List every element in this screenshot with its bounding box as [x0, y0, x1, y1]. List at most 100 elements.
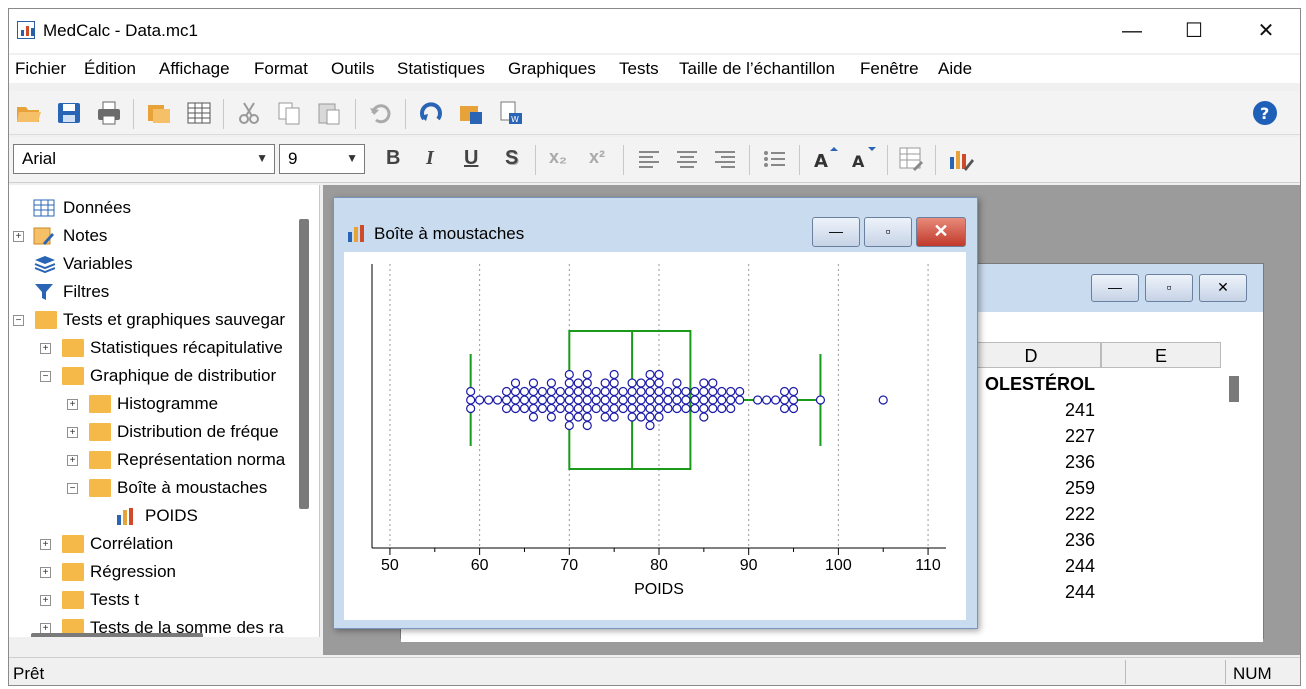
chevron-down-icon: ▼: [256, 151, 268, 165]
tree-vertical-scrollbar[interactable]: [299, 219, 309, 509]
table-cell[interactable]: 241: [961, 400, 1095, 421]
paste-icon[interactable]: [315, 99, 343, 127]
data-point: [492, 395, 503, 405]
boxplot-chart[interactable]: 50 60 70 80 90 100 110 POIDS: [344, 252, 966, 620]
toolbar-separator: [133, 99, 134, 129]
x-tick-label: 90: [740, 557, 758, 574]
boxplot-maximize-button[interactable]: ▫: [864, 217, 912, 247]
menu-statistiques[interactable]: Statistiques: [397, 59, 485, 79]
status-divider: [1225, 660, 1226, 684]
tree-item-label: POIDS: [145, 506, 198, 525]
expand-icon[interactable]: +: [40, 595, 51, 606]
menu-format[interactable]: Format: [254, 59, 308, 79]
export-word-icon[interactable]: W: [497, 99, 525, 127]
chart-edit-icon[interactable]: [947, 145, 975, 173]
align-left-icon[interactable]: [635, 145, 663, 173]
chart-icon: [117, 508, 133, 525]
data-point: [672, 378, 682, 388]
expand-icon[interactable]: +: [67, 399, 78, 410]
column-header-e[interactable]: E: [1101, 342, 1221, 368]
data-point: [528, 395, 539, 405]
copy-folder-icon[interactable]: [145, 99, 173, 127]
menu-graphiques[interactable]: Graphiques: [508, 59, 596, 79]
collapse-icon[interactable]: −: [67, 483, 78, 494]
copy-icon[interactable]: [275, 99, 303, 127]
boxplot-minimize-button[interactable]: —: [812, 217, 860, 247]
expand-icon[interactable]: +: [40, 539, 51, 550]
decrease-font-icon[interactable]: A: [849, 145, 877, 173]
menu-affichage[interactable]: Affichage: [159, 59, 230, 79]
tree-item-label: Tests t: [90, 590, 140, 609]
status-divider: [1125, 660, 1126, 684]
table-cell[interactable]: 236: [961, 530, 1095, 551]
bold-button[interactable]: B: [386, 147, 400, 170]
refresh-icon[interactable]: [417, 99, 445, 127]
data-point: [582, 386, 592, 397]
print-icon[interactable]: [95, 99, 123, 127]
table-cell[interactable]: 259: [961, 478, 1095, 499]
menu-fichier[interactable]: Fichier: [15, 59, 66, 79]
open-folder-icon[interactable]: [15, 99, 43, 127]
expand-icon[interactable]: +: [40, 343, 51, 354]
increase-font-icon[interactable]: A: [811, 145, 839, 173]
table-cell[interactable]: 244: [961, 556, 1095, 577]
close-button[interactable]: ✕: [1243, 13, 1289, 49]
menu-fenetre[interactable]: Fenêtre: [860, 59, 919, 79]
save-folder-icon[interactable]: [457, 99, 485, 127]
data-point: [645, 395, 655, 405]
maximize-button[interactable]: ☐: [1171, 13, 1217, 49]
spreadsheet-icon[interactable]: [185, 99, 213, 127]
data-point: [672, 403, 682, 414]
expand-icon[interactable]: +: [67, 427, 78, 438]
align-center-icon[interactable]: [673, 145, 701, 173]
spreadsheet-maximize-button[interactable]: ▫: [1145, 274, 1193, 302]
minimize-button[interactable]: —: [1109, 13, 1155, 49]
help-icon[interactable]: ?: [1251, 99, 1279, 127]
tree-horizontal-scrollbar[interactable]: [31, 633, 203, 637]
data-point: [699, 412, 709, 422]
underline-button[interactable]: U: [464, 147, 478, 170]
table-cell[interactable]: 222: [961, 504, 1095, 525]
table-cell[interactable]: 236: [961, 452, 1095, 473]
menu-outils[interactable]: Outils: [331, 59, 374, 79]
svg-text:?: ?: [1260, 104, 1269, 123]
cell-format-icon[interactable]: [897, 145, 925, 173]
boxplot-close-button[interactable]: ✕: [916, 217, 966, 247]
list-icon[interactable]: [761, 145, 789, 173]
align-right-icon[interactable]: [711, 145, 739, 173]
data-point: [609, 369, 619, 380]
table-cell-header[interactable]: OLESTÉROL: [961, 374, 1095, 395]
spreadsheet-close-button[interactable]: ✕: [1199, 274, 1247, 302]
menu-taille-echantillon[interactable]: Taille de l’échantillon: [679, 59, 835, 79]
toolbar-separator: [935, 145, 936, 175]
spreadsheet-minimize-button[interactable]: —: [1091, 274, 1139, 302]
menu-bar: Fichier Édition Affichage Format Outils …: [9, 55, 1300, 83]
expand-icon[interactable]: +: [13, 231, 24, 242]
font-size-select[interactable]: 9 ▼: [279, 144, 365, 174]
column-header-d[interactable]: D: [961, 342, 1101, 368]
data-point: [519, 386, 530, 397]
font-family-select[interactable]: Arial ▼: [13, 144, 275, 174]
tree-item-label: Histogramme: [117, 394, 219, 413]
data-point: [654, 403, 664, 414]
menu-aide[interactable]: Aide: [938, 59, 972, 79]
table-cell[interactable]: 244: [961, 582, 1095, 603]
expand-icon[interactable]: +: [67, 455, 78, 466]
superscript-button[interactable]: x²: [589, 147, 605, 168]
save-icon[interactable]: [55, 99, 83, 127]
data-point: [627, 378, 637, 388]
expand-icon[interactable]: +: [40, 567, 51, 578]
table-cell[interactable]: 227: [961, 426, 1095, 447]
menu-edition[interactable]: Édition: [84, 59, 136, 79]
shadow-button[interactable]: S: [505, 147, 518, 170]
collapse-icon[interactable]: −: [13, 315, 24, 326]
title-bar[interactable]: MedCalc - Data.mc1 — ☐ ✕: [9, 9, 1300, 53]
collapse-icon[interactable]: −: [40, 371, 51, 382]
cut-icon[interactable]: [235, 99, 263, 127]
menu-tests[interactable]: Tests: [619, 59, 659, 79]
data-point: [708, 403, 718, 414]
italic-button[interactable]: I: [426, 147, 434, 170]
spreadsheet-vertical-scrollbar[interactable]: [1229, 376, 1239, 402]
subscript-button[interactable]: x₂: [549, 147, 567, 168]
undo-icon[interactable]: [367, 99, 395, 127]
